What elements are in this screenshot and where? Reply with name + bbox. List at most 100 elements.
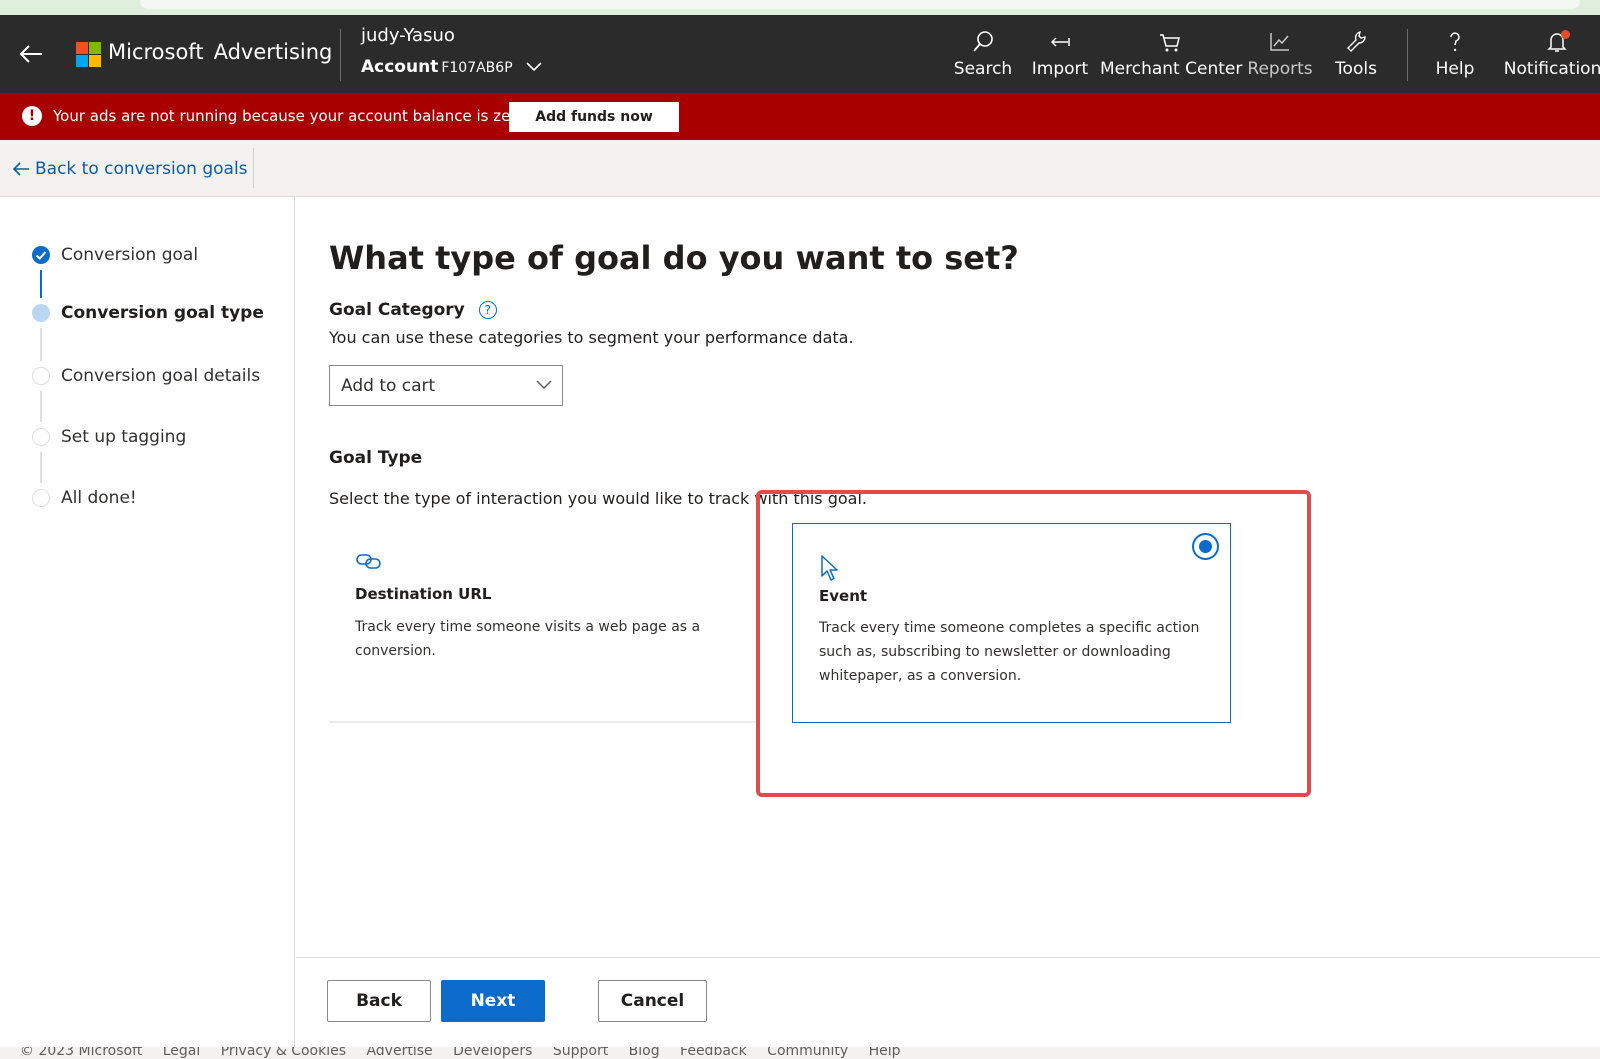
nav-notifications-label: Notifications [1503,59,1600,79]
brand-name[interactable]: Microsoft Advertising [108,40,332,64]
next-button[interactable]: Next [441,980,545,1022]
step-label: All done! [61,488,137,508]
chart-icon [1270,33,1289,51]
nav-tools-label: Tools [1335,59,1377,79]
goal-type-label: Goal Type [329,448,423,468]
add-funds-button[interactable]: Add funds now [509,102,679,132]
microsoft-logo [76,42,101,67]
account-balance-alert: ! Your ads are not running because your … [0,93,1600,140]
selected-radio-button[interactable] [1192,533,1219,560]
browser-address-bar[interactable] [140,0,1580,9]
nav-reports-label: Reports [1247,59,1313,79]
footer-link[interactable]: Community [767,1047,848,1059]
step-connector [40,270,42,298]
notification-badge [1561,30,1570,39]
alert-icon: ! [22,106,42,126]
footer-link[interactable]: Support [553,1047,608,1059]
breadcrumb: Back to conversion goals [0,140,1600,197]
footer-links: © 2023 Microsoft Legal Privacy & Cookies… [20,1047,917,1059]
step-connector [40,452,42,483]
divider [253,148,254,188]
goal-category-description: You can use these categories to segment … [329,328,854,347]
step-conversion-goal[interactable]: Conversion goal [0,240,290,270]
footer-link[interactable]: Blog [629,1047,660,1059]
nav-notifications[interactable]: Notifications [1502,29,1600,85]
pending-step-indicator [32,489,50,507]
back-arrow-icon[interactable] [16,39,46,69]
goal-type-form: What type of goal do you want to set? Go… [296,197,1600,957]
nav-import[interactable]: Import [1030,29,1090,85]
goal-type-option-event[interactable]: Event Track every time someone completes… [792,523,1231,723]
nav-tools[interactable]: Tools [1328,29,1384,85]
footer-link[interactable]: Legal [163,1047,201,1059]
option-description: Track every time someone visits a web pa… [355,619,701,659]
account-id: F107AB6P [441,60,513,76]
pending-step-indicator [32,428,50,446]
nav-help-label: Help [1435,59,1475,79]
step-label: Conversion goal [61,245,199,265]
option-title: Event [819,587,868,605]
option-title: Destination URL [355,585,492,603]
nav-help[interactable]: Help [1430,29,1480,85]
goal-type-description: Select the type of interaction you would… [329,489,867,508]
divider [1407,29,1408,81]
footer-link[interactable]: Privacy & Cookies [221,1047,346,1059]
step-conversion-goal-type[interactable]: Conversion goal type [0,298,290,328]
account-name: judy-Yasuo [361,25,455,46]
back-to-conversion-goals-link[interactable]: Back to conversion goals [12,159,248,179]
alert-message: Your ads are not running because your ac… [53,107,530,125]
wrench-icon [1347,31,1366,52]
brand-microsoft: Microsoft [108,40,204,64]
account-selector[interactable]: Account F107AB6P [361,57,542,77]
step-all-done: All done! [0,483,290,513]
nav-search-label: Search [953,59,1013,79]
step-label: Set up tagging [61,427,187,447]
top-navigation-bar: Microsoft Advertising judy-Yasuo Account F… [0,15,1600,93]
step-connector [40,328,42,361]
footer-link[interactable]: Feedback [680,1047,747,1059]
option-description: Track every time someone completes a spe… [819,620,1200,684]
step-conversion-goal-details: Conversion goal details [0,361,290,391]
nav-search[interactable]: Search [950,29,1016,85]
import-icon [1050,37,1070,47]
cancel-button[interactable]: Cancel [598,980,707,1022]
goal-category-label: Goal Category [329,300,465,320]
search-icon [973,31,993,52]
question-circle-icon[interactable]: ? [478,301,497,319]
current-step-indicator [32,304,50,322]
brand-product: Advertising [213,40,333,64]
step-label: Conversion goal details [61,366,261,386]
back-button[interactable]: Back [327,980,431,1022]
wizard-actions: Back Next Cancel [296,957,1600,1047]
footer-link[interactable]: Developers [453,1047,532,1059]
chevron-down-icon [526,62,542,72]
checkmark-circle-icon [32,246,50,264]
link-icon [356,554,381,569]
nav-merchant-center[interactable]: Merchant Center [1100,29,1243,85]
cart-icon [1160,34,1180,52]
page-title: What type of goal do you want to set? [329,239,1019,277]
goal-type-option-destination-url[interactable]: Destination URL Track every time someone… [329,527,759,723]
cursor-icon [821,555,838,581]
goal-category-selected: Add to cart [341,375,436,396]
nav-import-label: Import [1031,59,1089,79]
browser-chrome-strip [0,0,1600,15]
goal-category-dropdown[interactable]: Add to cart [329,365,563,406]
footer-link[interactable]: Help [869,1047,901,1059]
chevron-down-icon [536,380,552,390]
nav-reports[interactable]: Reports [1246,29,1314,85]
divider [340,29,341,81]
back-link-label: Back to conversion goals [35,159,248,179]
footer-link[interactable]: Advertise [366,1047,432,1059]
arrow-left-icon [12,162,29,176]
nav-merchant-center-label: Merchant Center [1100,59,1243,79]
help-icon [1450,32,1460,52]
page-footer: © 2023 Microsoft Legal Privacy & Cookies… [0,1047,1600,1059]
footer-copyright: © 2023 Microsoft [20,1047,143,1059]
goal-category-heading: Goal Category? [329,300,497,320]
wizard-stepper: Conversion goal Conversion goal type Con… [0,197,295,1047]
account-label: Account [361,57,439,77]
step-label: Conversion goal type [61,303,264,323]
step-set-up-tagging: Set up tagging [0,422,290,452]
pending-step-indicator [32,367,50,385]
